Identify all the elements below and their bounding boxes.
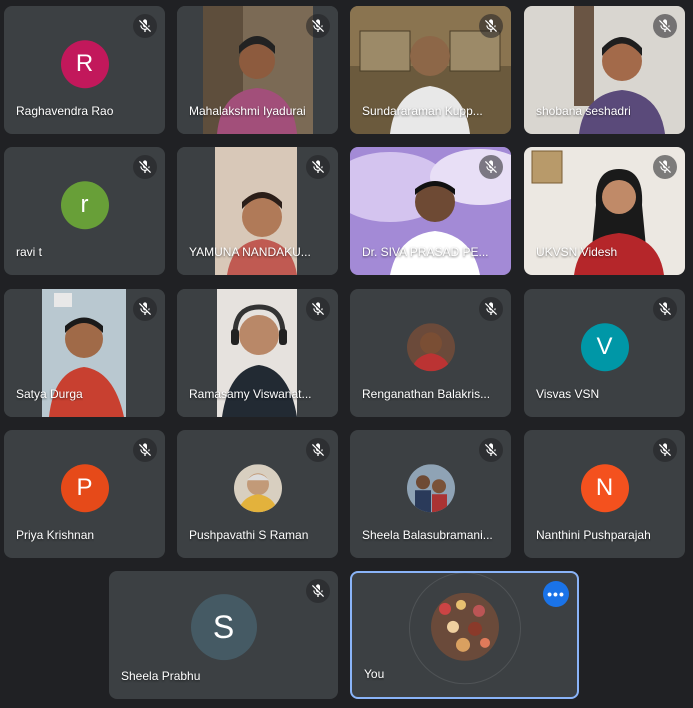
- mic-off-icon: [133, 438, 157, 462]
- participant-tile[interactable]: Pushpavathi S Raman: [177, 430, 338, 558]
- participant-tile[interactable]: Ramasamy Viswanat...: [177, 289, 338, 417]
- participant-tile[interactable]: Satya Durga: [4, 289, 165, 417]
- participant-name: Visvas VSN: [536, 387, 600, 401]
- avatar: [233, 464, 282, 513]
- participant-name: Sheela Balasubramani...: [362, 528, 493, 542]
- participant-name: YAMUNA NANDAKU...: [189, 245, 311, 259]
- mic-off-icon: [479, 297, 503, 321]
- participant-name: Satya Durga: [16, 387, 83, 401]
- participant-tile[interactable]: P Priya Krishnan: [4, 430, 165, 558]
- participant-name: Renganathan Balakris...: [362, 387, 491, 401]
- participant-tile[interactable]: r ravi t: [4, 147, 165, 275]
- participant-name: You: [364, 667, 385, 681]
- participant-tile[interactable]: Mahalakshmi Iyadurai: [177, 6, 338, 134]
- participant-name: Dr. SIVA PRASAD PE...: [362, 245, 489, 259]
- self-tile[interactable]: ••• You: [350, 571, 579, 699]
- participant-name: Priya Krishnan: [16, 528, 95, 542]
- mic-off-icon: [306, 297, 330, 321]
- participant-tile[interactable]: Renganathan Balakris...: [350, 289, 511, 417]
- participant-name: Pushpavathi S Raman: [189, 528, 309, 542]
- avatar: [406, 323, 455, 372]
- mic-off-icon: [479, 438, 503, 462]
- participant-name: Sheela Prabhu: [121, 669, 201, 683]
- mic-off-icon: [133, 14, 157, 38]
- avatar: R: [60, 40, 109, 89]
- participant-name: Raghavendra Rao: [16, 104, 114, 118]
- participant-tile[interactable]: YAMUNA NANDAKU...: [177, 147, 338, 275]
- participant-tile[interactable]: Sundararaman Kupp...: [350, 6, 511, 134]
- avatar: [430, 592, 499, 661]
- participant-tile[interactable]: N Nanthini Pushparajah: [524, 430, 685, 558]
- mic-off-icon: [306, 579, 330, 603]
- avatar: P: [60, 464, 109, 513]
- avatar: V: [580, 323, 629, 372]
- participant-tile[interactable]: shobana seshadri: [524, 6, 685, 134]
- participant-tile[interactable]: R Raghavendra Rao: [4, 6, 165, 134]
- participant-name: Mahalakshmi Iyadurai: [189, 104, 306, 118]
- avatar: N: [580, 464, 629, 513]
- participant-name: Nanthini Pushparajah: [536, 528, 651, 542]
- mic-off-icon: [653, 438, 677, 462]
- mic-off-icon: [479, 14, 503, 38]
- avatar: [406, 464, 455, 513]
- participant-name: Ramasamy Viswanat...: [189, 387, 312, 401]
- participant-tile[interactable]: S Sheela Prabhu: [109, 571, 338, 699]
- mic-off-icon: [306, 14, 330, 38]
- participant-tile[interactable]: V Visvas VSN: [524, 289, 685, 417]
- participant-tile[interactable]: Dr. SIVA PRASAD PE...: [350, 147, 511, 275]
- participant-name: ravi t: [16, 245, 43, 259]
- participant-name: UKVSN Videsh: [536, 245, 618, 259]
- mic-off-icon: [653, 14, 677, 38]
- avatar: r: [60, 181, 109, 230]
- participant-name: Sundararaman Kupp...: [362, 104, 483, 118]
- mic-off-icon: [653, 155, 677, 179]
- more-options-icon[interactable]: •••: [543, 581, 569, 607]
- mic-off-icon: [653, 297, 677, 321]
- mic-off-icon: [306, 155, 330, 179]
- participant-name: shobana seshadri: [536, 104, 631, 118]
- mic-off-icon: [479, 155, 503, 179]
- mic-off-icon: [133, 297, 157, 321]
- mic-off-icon: [306, 438, 330, 462]
- avatar: S: [190, 594, 257, 661]
- participant-tile[interactable]: UKVSN Videsh: [524, 147, 685, 275]
- mic-off-icon: [133, 155, 157, 179]
- participant-tile[interactable]: Sheela Balasubramani...: [350, 430, 511, 558]
